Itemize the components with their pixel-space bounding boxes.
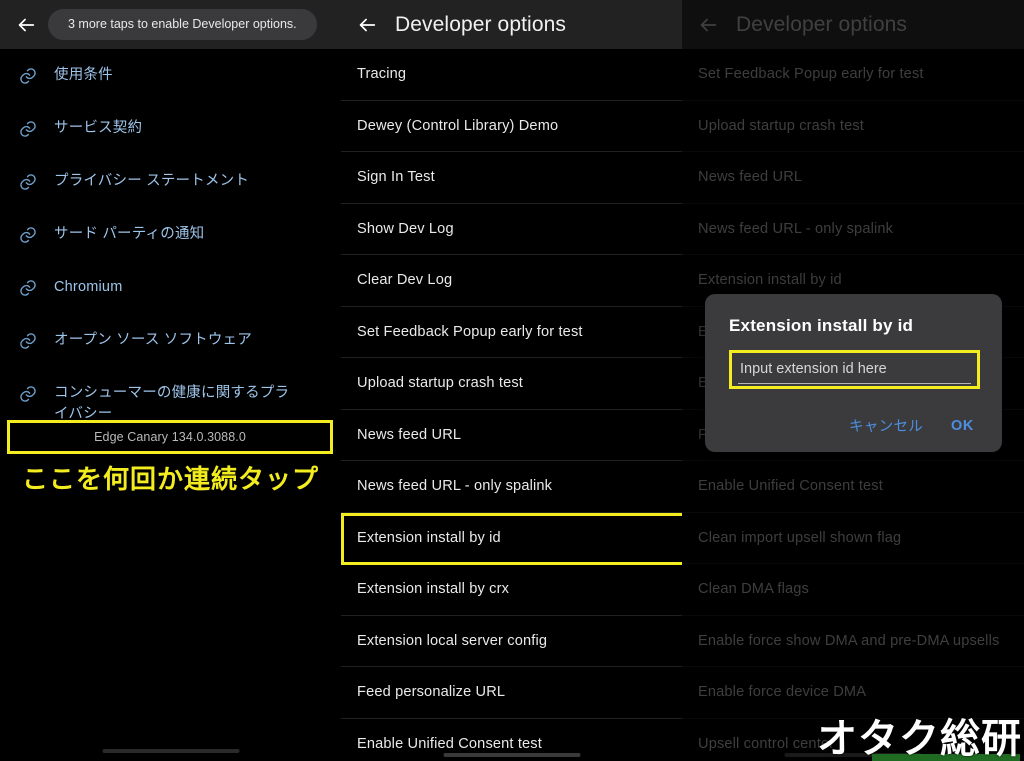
list-item-tracing[interactable]: Tracing xyxy=(341,49,682,101)
link-icon xyxy=(18,276,54,298)
link-label: サード パーティの通知 xyxy=(54,226,205,242)
developer-options-toast: 3 more taps to enable Developer options. xyxy=(48,8,317,41)
link-item-chromium[interactable]: Chromium xyxy=(0,266,341,319)
list-item-show-dev-log[interactable]: Show Dev Log xyxy=(341,204,682,255)
link-item-terms-of-use[interactable]: 使用条件 xyxy=(0,54,341,107)
list-item-extension-local-server-config[interactable]: Extension local server config xyxy=(341,616,682,667)
list-item-label: Clear Dev Log xyxy=(357,272,453,289)
right-panel-developer-options-dialog: Developer options Set Feedback Popup ear… xyxy=(682,0,1024,761)
list-item-label: Extension local server config xyxy=(357,632,548,649)
list-item-label: Enable Unified Consent test xyxy=(357,735,542,752)
link-label: サービス契約 xyxy=(54,120,143,136)
link-label: プライバシー ステートメント xyxy=(54,173,250,189)
list-item-label: News feed URL - only spalink xyxy=(357,478,553,495)
list-item-label: News feed URL xyxy=(357,426,462,443)
middle-appbar: Developer options xyxy=(341,0,682,49)
screenshot-root: 3 more taps to enable Developer options.… xyxy=(0,0,1024,761)
link-icon xyxy=(18,117,54,139)
home-indicator xyxy=(102,749,239,753)
list-item-extension-install-by-crx[interactable]: Extension install by crx xyxy=(341,564,682,616)
extension-id-input[interactable] xyxy=(738,357,971,384)
link-item-open-source-software[interactable]: オープン ソース ソフトウェア xyxy=(0,319,341,372)
link-label: オープン ソース ソフトウェア xyxy=(54,332,252,348)
home-indicator xyxy=(443,753,580,757)
watermark-text: オタク総研 xyxy=(817,716,1022,761)
list-item-label: Feed personalize URL xyxy=(357,684,506,701)
list-item-sign-in-test[interactable]: Sign In Test xyxy=(341,152,682,204)
list-item-set-feedback-popup[interactable]: Set Feedback Popup early for test xyxy=(341,307,682,358)
link-icon xyxy=(18,170,54,192)
list-item-label: Extension install by crx xyxy=(357,581,510,598)
list-item-label: Dewey (Control Library) Demo xyxy=(357,117,559,134)
highlight-box-extension-id-input xyxy=(729,350,980,389)
annotation-tap-here: ここを何回か連続タップ xyxy=(21,465,319,495)
app-version-label: Edge Canary 134.0.3088.0 xyxy=(94,430,246,444)
arrow-back-icon[interactable] xyxy=(347,0,387,49)
link-label: コンシューマーの健康に関するプライバシー xyxy=(54,385,290,422)
app-version-row[interactable]: Edge Canary 134.0.3088.0 xyxy=(7,420,333,454)
link-item-privacy-statement[interactable]: プライバシー ステートメント xyxy=(0,160,341,213)
link-icon xyxy=(18,329,54,351)
link-item-service-agreement[interactable]: サービス契約 xyxy=(0,107,341,160)
cancel-button[interactable]: キャンセル xyxy=(849,413,923,438)
ok-button[interactable]: OK xyxy=(951,413,974,438)
list-item-upload-startup-crash-test[interactable]: Upload startup crash test xyxy=(341,358,682,410)
left-appbar: 3 more taps to enable Developer options. xyxy=(0,0,341,49)
link-label: Chromium xyxy=(54,279,123,295)
list-item-clear-dev-log[interactable]: Clear Dev Log xyxy=(341,255,682,307)
list-item-label: Sign In Test xyxy=(357,169,435,186)
extension-install-dialog: Extension install by id キャンセル OK xyxy=(705,294,1002,452)
list-item-extension-install-by-id[interactable]: Extension install by id xyxy=(341,513,682,564)
list-item-label: Upload startup crash test xyxy=(357,375,523,392)
arrow-back-icon[interactable] xyxy=(6,0,46,49)
middle-panel-developer-options: Developer options Tracing Dewey (Control… xyxy=(341,0,682,761)
link-icon xyxy=(18,382,54,404)
list-item-feed-personalize-url[interactable]: Feed personalize URL xyxy=(341,667,682,719)
about-links-list: 使用条件 サービス契約 プライバシー ステートメント サード パーティの通知 C… xyxy=(0,49,341,444)
list-item-news-feed-url[interactable]: News feed URL xyxy=(341,410,682,461)
link-item-third-party-notices[interactable]: サード パーティの通知 xyxy=(0,213,341,266)
list-item-news-feed-url-spalink[interactable]: News feed URL - only spalink xyxy=(341,461,682,513)
list-item-label: Show Dev Log xyxy=(357,220,454,237)
list-item-label: Set Feedback Popup early for test xyxy=(357,323,583,340)
dialog-title: Extension install by id xyxy=(729,316,914,335)
left-panel-about-settings: 3 more taps to enable Developer options.… xyxy=(0,0,341,761)
link-label: 使用条件 xyxy=(54,67,113,83)
dialog-actions: キャンセル OK xyxy=(729,413,980,438)
link-icon xyxy=(18,64,54,86)
page-title: Developer options xyxy=(395,12,566,36)
link-icon xyxy=(18,223,54,245)
list-item-label: Extension install by id xyxy=(357,529,501,546)
developer-options-list: Tracing Dewey (Control Library) Demo Sig… xyxy=(341,49,682,761)
list-item-label: Tracing xyxy=(357,66,407,83)
list-item-dewey-demo[interactable]: Dewey (Control Library) Demo xyxy=(341,101,682,152)
